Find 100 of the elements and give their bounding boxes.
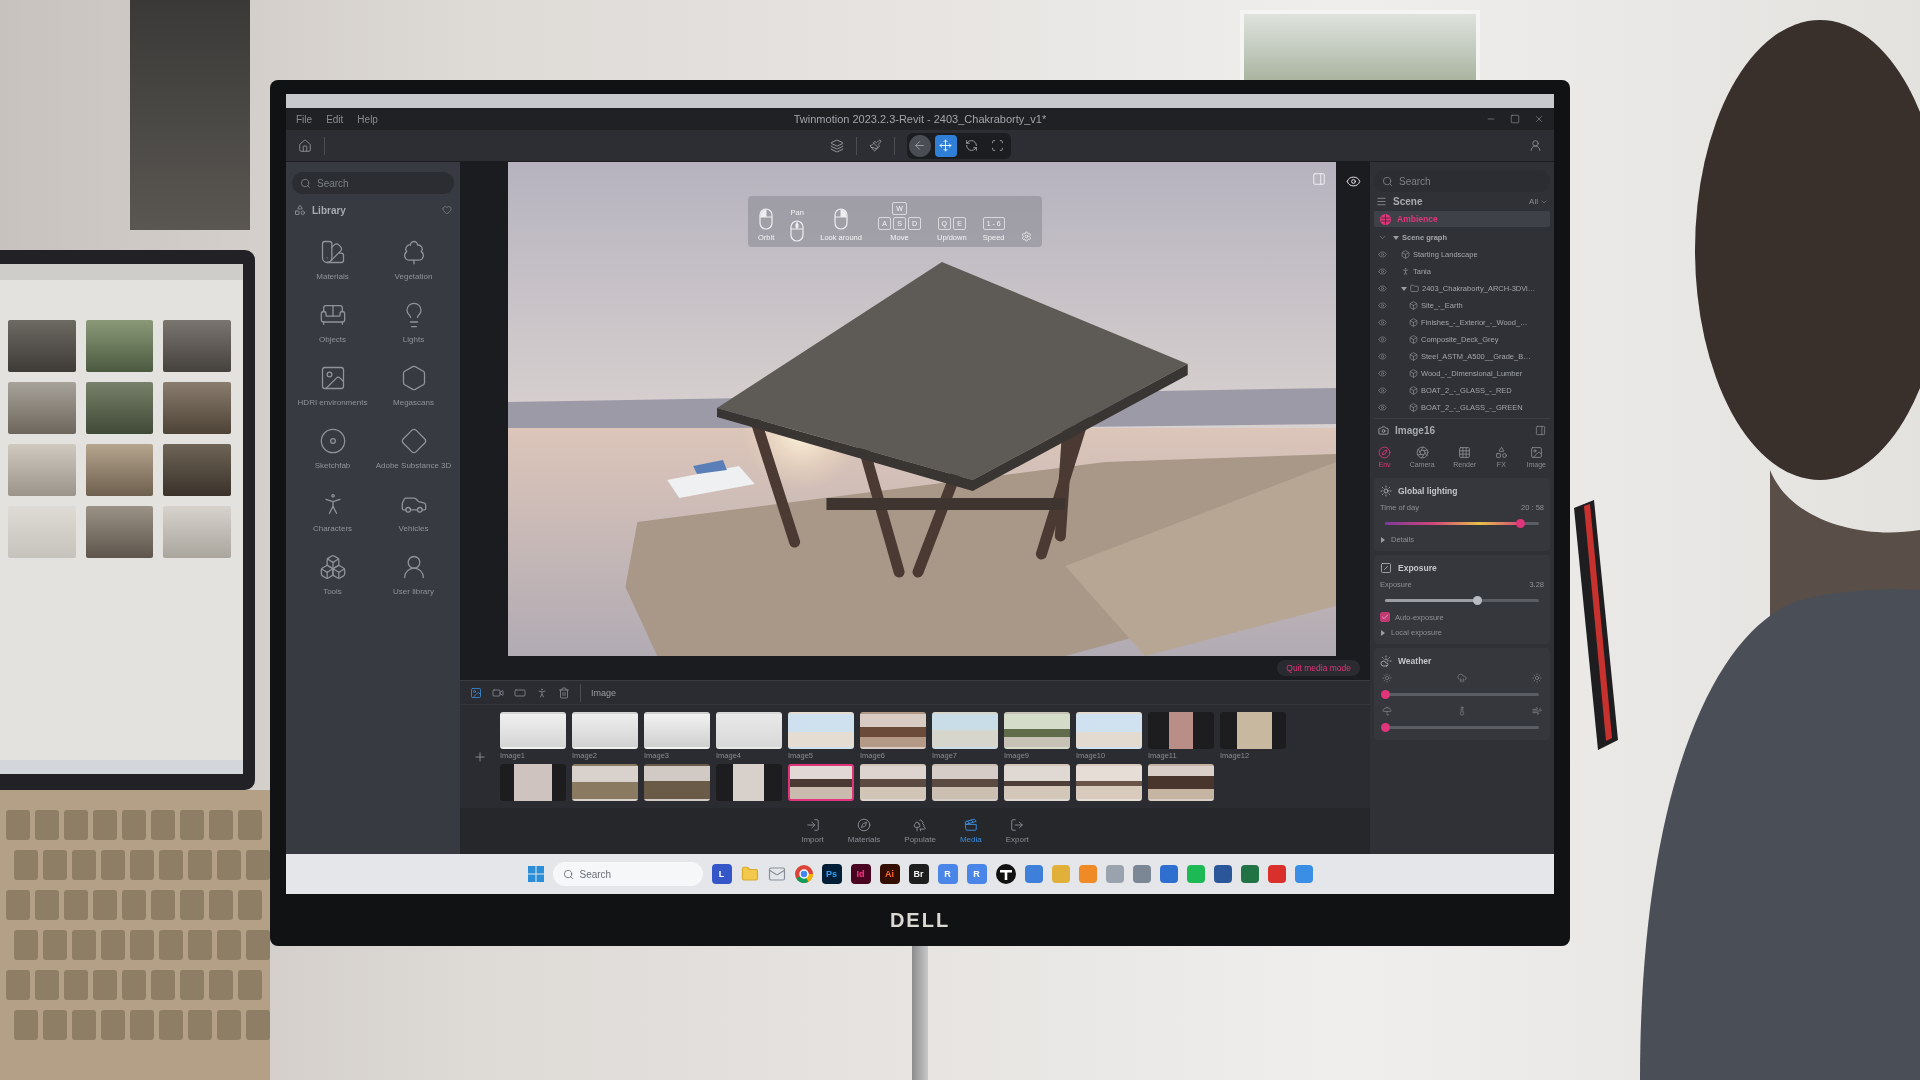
filter-dropdown[interactable]: All xyxy=(1529,197,1548,206)
image-thumbnail[interactable] xyxy=(1148,712,1214,749)
panel-icon[interactable] xyxy=(1535,425,1546,436)
image-thumbnail[interactable] xyxy=(1076,712,1142,749)
library-item[interactable]: Vehicles xyxy=(373,490,454,533)
image-thumbnail[interactable] xyxy=(500,712,566,749)
image-thumbnail[interactable] xyxy=(716,712,782,749)
taskbar-search-field[interactable]: Search xyxy=(552,862,703,886)
media-type-tab[interactable] xyxy=(492,686,504,699)
search-field[interactable]: Search xyxy=(1374,170,1550,192)
collapse-chevron-icon[interactable] xyxy=(1378,233,1387,242)
image-thumbnail[interactable] xyxy=(572,764,638,801)
checkbox[interactable] xyxy=(1380,612,1390,622)
quit-media-mode-button[interactable]: Quit media mode xyxy=(1277,660,1360,676)
library-item[interactable]: Lights xyxy=(373,301,454,344)
app-tile-icon[interactable] xyxy=(1294,865,1313,883)
app-tile-icon[interactable] xyxy=(1159,865,1178,883)
menu-item[interactable]: Edit xyxy=(326,113,344,125)
taskbar-app-button[interactable]: R xyxy=(966,864,987,884)
app-tile-icon[interactable] xyxy=(1132,865,1151,883)
image-thumbnail[interactable] xyxy=(860,764,926,801)
nav-tab[interactable]: Materials xyxy=(847,818,881,844)
settings-icon[interactable] xyxy=(1020,231,1032,242)
slider-thumb[interactable] xyxy=(1380,723,1390,732)
mail-icon[interactable] xyxy=(767,865,786,883)
slider-thumb[interactable] xyxy=(1516,519,1525,528)
app-tile-icon[interactable] xyxy=(1078,865,1097,883)
home-icon[interactable] xyxy=(298,138,312,153)
image-thumbnail[interactable] xyxy=(1148,764,1214,801)
disc-logo-icon[interactable] xyxy=(995,864,1016,884)
windows-logo-icon[interactable] xyxy=(527,866,544,882)
app-tile-icon[interactable] xyxy=(1105,865,1124,883)
image-thumbnail[interactable] xyxy=(644,764,710,801)
trash-icon[interactable] xyxy=(558,686,570,699)
search-field[interactable]: Search xyxy=(292,172,454,194)
slider-thumb[interactable] xyxy=(1472,596,1482,605)
media-type-tab[interactable] xyxy=(514,686,526,699)
folder-icon[interactable] xyxy=(740,865,759,883)
image-thumbnail[interactable] xyxy=(1004,712,1070,749)
image-thumbnail[interactable] xyxy=(932,712,998,749)
library-item[interactable]: Characters xyxy=(292,490,373,533)
brush-icon[interactable] xyxy=(868,139,882,152)
library-item[interactable]: Objects xyxy=(292,301,373,344)
navigation-mode-button[interactable] xyxy=(934,134,957,157)
image-thumbnail[interactable] xyxy=(860,712,926,749)
caret-icon[interactable] xyxy=(1380,629,1386,636)
taskbar-app-button[interactable]: L xyxy=(711,864,732,884)
app-tile-icon[interactable] xyxy=(1267,865,1286,883)
image-thumbnail[interactable] xyxy=(572,712,638,749)
image-thumbnail[interactable] xyxy=(788,764,854,801)
close-icon[interactable] xyxy=(1534,114,1544,124)
ambience-item[interactable]: Ambience xyxy=(1374,211,1550,227)
image-thumbnail[interactable] xyxy=(644,712,710,749)
image-thumbnail[interactable] xyxy=(932,764,998,801)
app-tile-icon[interactable] xyxy=(1051,865,1070,883)
slider-thumb[interactable] xyxy=(1380,690,1390,699)
menu-item[interactable]: File xyxy=(296,113,313,125)
taskbar-app-button[interactable]: R xyxy=(937,864,958,884)
image-thumbnail[interactable] xyxy=(716,764,782,801)
image-thumbnail[interactable] xyxy=(1220,712,1286,749)
app-tile-icon[interactable] xyxy=(1024,865,1043,883)
library-item[interactable]: Adobe Substance 3D xyxy=(373,427,454,470)
maximize-icon[interactable] xyxy=(1510,114,1520,124)
eye-icon[interactable] xyxy=(1345,174,1361,189)
taskbar-app-button[interactable]: Br xyxy=(908,864,929,884)
library-item[interactable]: Megascans xyxy=(373,364,454,407)
library-item[interactable]: Sketchfab xyxy=(292,427,373,470)
nav-tab[interactable]: Export xyxy=(1005,818,1029,844)
user-icon[interactable] xyxy=(1529,139,1542,152)
media-type-tab[interactable] xyxy=(536,686,548,699)
taskbar-app-button[interactable]: Ps xyxy=(821,864,842,884)
media-type-tab[interactable] xyxy=(470,686,482,699)
library-item[interactable]: HDRI environments xyxy=(292,364,373,407)
nav-tab[interactable]: Media xyxy=(959,818,982,844)
library-item[interactable]: User library xyxy=(373,553,454,596)
image-thumbnail[interactable] xyxy=(500,764,566,801)
image-thumbnail[interactable] xyxy=(788,712,854,749)
taskbar-app-button[interactable]: Id xyxy=(850,864,871,884)
nav-tab[interactable]: Import xyxy=(801,818,824,844)
caret-icon[interactable] xyxy=(1393,234,1399,241)
library-item[interactable]: Materials xyxy=(292,238,373,281)
menu-icon[interactable] xyxy=(1376,196,1387,207)
menu-item[interactable]: Help xyxy=(357,113,378,125)
caret-icon[interactable] xyxy=(1401,285,1407,292)
heart-icon[interactable] xyxy=(442,205,452,215)
image-thumbnail[interactable] xyxy=(1004,764,1070,801)
nav-tab[interactable]: Populate xyxy=(904,818,936,844)
app-tile-icon[interactable] xyxy=(1186,865,1205,883)
image-thumbnail[interactable] xyxy=(1076,764,1142,801)
search-icon xyxy=(562,868,574,880)
cloud-rain-icon xyxy=(1457,673,1467,683)
photo-placeholder xyxy=(163,382,231,434)
library-item[interactable]: Vegetation xyxy=(373,238,454,281)
app-tile-icon[interactable] xyxy=(1213,865,1232,883)
ring-logo-icon[interactable] xyxy=(794,865,813,883)
caret-icon[interactable] xyxy=(1380,536,1386,543)
layers-icon[interactable] xyxy=(829,138,844,153)
taskbar-app-button[interactable]: Ai xyxy=(879,864,900,884)
library-item[interactable]: Tools xyxy=(292,553,373,596)
app-tile-icon[interactable] xyxy=(1240,865,1259,883)
